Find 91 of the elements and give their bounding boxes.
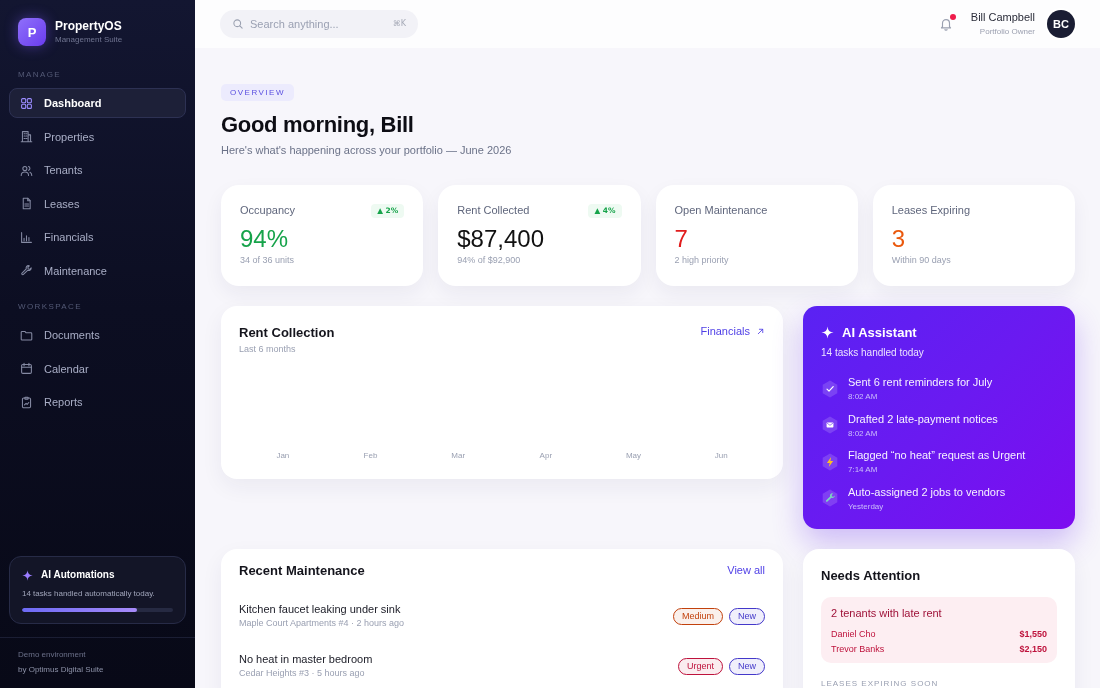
calendar-icon <box>20 362 33 375</box>
building-icon <box>20 130 33 143</box>
footer-text: by Optimus Digital Suite <box>18 665 105 675</box>
activity-text: Flagged “no heat” request as Urgent <box>848 449 1026 462</box>
nav-item[interactable]: Maintenance <box>9 255 186 286</box>
stat-note: 34 of 36 units <box>240 255 296 266</box>
section-tag: OVERVIEW <box>221 84 294 101</box>
user-role: Portfolio Owner <box>979 27 1035 37</box>
nav-item[interactable]: Leases <box>9 188 186 219</box>
shortcut-hint: ⌘K <box>392 19 406 29</box>
nav-item[interactable]: Tenants <box>9 155 186 185</box>
status-tag: Urgent <box>677 657 723 675</box>
stat-note: Within 90 days <box>891 255 952 266</box>
section-heading: LEASES EXPIRING SOON <box>821 679 940 688</box>
alert-title: 2 tenants with late rent <box>831 607 943 620</box>
user-name: Bill Campbell <box>970 11 1035 24</box>
stat-label: Open Maintenance <box>674 204 768 217</box>
stat-label: Occupancy <box>240 204 296 217</box>
sparkle-icon <box>22 569 33 581</box>
brand-name: PropertyOS <box>55 19 123 33</box>
lightning-icon <box>821 452 839 471</box>
month-label: Jun <box>714 451 728 461</box>
card-subtitle: Last 6 months <box>239 344 297 355</box>
month-label: Mar <box>451 451 466 461</box>
search-icon <box>232 18 244 30</box>
stat-note: 2 high priority <box>674 255 730 266</box>
stat-value: 94% <box>240 225 290 253</box>
stat-label: Rent Collected <box>457 204 530 217</box>
view-all-link[interactable]: View all <box>727 564 765 577</box>
nav-item[interactable]: Calendar <box>9 353 186 384</box>
month-label: Apr <box>539 451 553 461</box>
arrow-up-right-icon <box>756 327 765 336</box>
activity-text: Auto-assigned 2 jobs to vendors <box>848 485 1006 499</box>
activity-time: 8:02 AM <box>848 392 879 401</box>
amount-text: $1,550 <box>1019 629 1047 640</box>
grid-icon <box>20 96 33 110</box>
status-tag: New <box>729 657 765 675</box>
sparkle-icon <box>821 326 834 339</box>
request-title: No heat in master bedroom <box>239 653 373 666</box>
tenant-name: Trevor Banks <box>831 644 885 655</box>
activity-time: Yesterday <box>848 501 885 511</box>
folder-icon <box>20 328 33 342</box>
section-heading: MANAGE <box>17 70 63 80</box>
section-heading: WORKSPACE <box>17 302 83 312</box>
card-title: Needs Attention <box>821 568 922 583</box>
month-label: Feb <box>363 451 378 461</box>
month-label: Jan <box>276 451 290 461</box>
nav-item[interactable]: Properties <box>9 121 186 152</box>
bar-chart-icon <box>20 230 33 244</box>
card-subtitle: 14 tasks handled today <box>821 347 925 359</box>
clipboard-icon <box>20 395 33 409</box>
activity-time: 7:14 AM <box>848 465 879 474</box>
logo: P <box>18 18 46 46</box>
bell-icon[interactable] <box>938 17 953 31</box>
nav-item[interactable]: Documents <box>9 320 186 350</box>
footer-text: Demo environment <box>18 650 87 660</box>
nav-item[interactable]: Reports <box>9 387 186 417</box>
activity-text: Sent 6 rent reminders for July <box>848 376 993 389</box>
automation-title: AI Automations <box>41 569 115 581</box>
wrench-icon <box>20 264 33 277</box>
month-label: May <box>625 451 642 461</box>
activity-text: Drafted 2 late-payment notices <box>848 412 998 426</box>
nav-item[interactable]: Dashboard <box>9 88 186 118</box>
card-title: Recent Maintenance <box>239 563 365 578</box>
card-title: Rent Collection <box>239 325 335 340</box>
page-title: Good morning, Bill <box>221 111 415 139</box>
envelope-icon <box>821 416 839 434</box>
activity-time: 8:02 AM <box>848 428 879 438</box>
tenant-name: Daniel Cho <box>831 629 876 640</box>
card-title: AI Assistant <box>842 325 917 340</box>
amount-text: $2,150 <box>1019 644 1047 655</box>
stat-value: 7 <box>674 225 689 253</box>
status-tag: Medium <box>672 607 723 625</box>
nav-item[interactable]: Financials <box>9 222 186 252</box>
avatar[interactable]: BC <box>1047 10 1075 38</box>
stat-label: Leases Expiring <box>891 204 971 217</box>
automation-text: 14 tasks handled automatically today. <box>22 589 156 599</box>
check-icon <box>821 379 839 398</box>
request-meta: Cedar Heights #3 · 5 hours ago <box>239 668 366 679</box>
request-meta: Maple Court Apartments #4 · 2 hours ago <box>239 618 405 629</box>
page-subtitle: Here's what's happening across your portfolio — June 2026 <box>221 144 513 157</box>
stat-note: 94% of $92,900 <box>457 255 522 266</box>
brand-tagline: Management Suite <box>55 35 123 45</box>
stat-value: $87,400 <box>457 225 545 253</box>
request-title: Kitchen faucet leaking under sink <box>239 603 402 616</box>
financials-link[interactable]: Financials <box>700 325 765 338</box>
status-tag: New <box>729 607 765 625</box>
people-icon <box>20 163 33 177</box>
stat-value: 3 <box>891 225 907 253</box>
wrench-icon <box>821 489 839 507</box>
document-icon <box>20 197 33 210</box>
